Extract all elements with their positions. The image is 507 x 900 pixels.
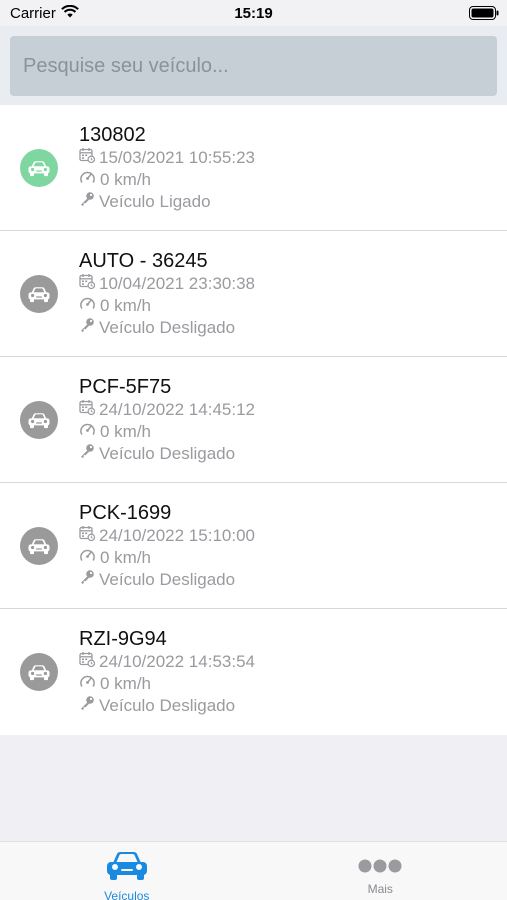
speed-line: 0 km/h <box>79 295 255 317</box>
vehicle-plate: PCF-5F75 <box>79 376 172 398</box>
calendar-icon <box>79 273 96 295</box>
wifi-icon <box>61 4 79 22</box>
tab-more[interactable]: Mais <box>254 842 507 900</box>
ignition-line: Veículo Desligado <box>79 695 255 717</box>
speedometer-icon <box>79 421 96 443</box>
key-icon <box>79 695 95 717</box>
ignition-line: Veículo Desligado <box>79 443 255 465</box>
speedometer-icon <box>79 673 96 695</box>
ignition-line: Veículo Ligado <box>79 191 255 213</box>
car-status-icon <box>20 527 58 565</box>
speed-line: 0 km/h <box>79 547 255 569</box>
ignition-line: Veículo Desligado <box>79 569 255 591</box>
car-status-icon <box>20 653 58 691</box>
speed-line: 0 km/h <box>79 169 255 191</box>
speed-line: 0 km/h <box>79 421 255 443</box>
vehicle-status: Veículo Desligado <box>99 318 236 337</box>
vehicle-datetime: 10/04/2021 23:30:38 <box>99 274 255 293</box>
datetime-line: 24/10/2022 14:45:12 <box>79 399 255 421</box>
status-bar: Carrier 15:19 <box>0 0 507 26</box>
carrier-info: Carrier <box>10 4 79 22</box>
calendar-icon <box>79 147 96 169</box>
carrier-label: Carrier <box>10 4 56 22</box>
key-icon <box>79 443 95 465</box>
car-status-icon <box>20 149 58 187</box>
datetime-line: 24/10/2022 15:10:00 <box>79 525 255 547</box>
vehicle-row[interactable]: 130802 15/03/2021 10:55:23 0 km/h Veícul… <box>0 105 507 231</box>
search-input[interactable] <box>23 54 484 78</box>
tab-vehicles[interactable]: Veículos <box>0 842 254 900</box>
calendar-icon <box>79 399 96 421</box>
search-area <box>0 26 507 105</box>
vehicle-datetime: 24/10/2022 14:53:54 <box>99 652 255 671</box>
vehicle-row[interactable]: PCF-5F75 24/10/2022 14:45:12 0 km/h Veíc… <box>0 357 507 483</box>
calendar-icon <box>79 525 96 547</box>
more-icon <box>358 859 402 876</box>
vehicle-status: Veículo Desligado <box>99 696 236 715</box>
vehicle-row[interactable]: AUTO - 36245 10/04/2021 23:30:38 0 km/h … <box>0 231 507 357</box>
tab-label: Mais <box>367 882 393 896</box>
vehicle-datetime: 24/10/2022 15:10:00 <box>99 526 255 545</box>
vehicle-speed: 0 km/h <box>100 548 152 567</box>
datetime-line: 15/03/2021 10:55:23 <box>79 147 255 169</box>
vehicle-speed: 0 km/h <box>100 674 152 693</box>
key-icon <box>79 317 95 339</box>
vehicle-speed: 0 km/h <box>100 422 152 441</box>
vehicle-speed: 0 km/h <box>100 170 152 189</box>
search-box[interactable] <box>10 36 497 96</box>
key-icon <box>79 569 95 591</box>
key-icon <box>79 191 95 213</box>
vehicle-status: Veículo Desligado <box>99 570 236 589</box>
speed-line: 0 km/h <box>79 673 255 695</box>
speedometer-icon <box>79 547 96 569</box>
vehicle-list: 130802 15/03/2021 10:55:23 0 km/h Veícul… <box>0 105 507 735</box>
vehicle-row[interactable]: RZI-9G94 24/10/2022 14:53:54 0 km/h Veíc… <box>0 609 507 735</box>
vehicle-plate: AUTO - 36245 <box>79 250 208 272</box>
vehicle-datetime: 24/10/2022 14:45:12 <box>99 400 255 419</box>
calendar-icon <box>79 651 96 673</box>
car-status-icon <box>20 275 58 313</box>
vehicle-plate: PCK-1699 <box>79 502 172 524</box>
vehicle-status: Veículo Ligado <box>99 192 211 211</box>
datetime-line: 24/10/2022 14:53:54 <box>79 651 255 673</box>
tab-label: Veículos <box>104 889 150 900</box>
vehicle-plate: RZI-9G94 <box>79 628 167 650</box>
speedometer-icon <box>79 295 96 317</box>
speedometer-icon <box>79 169 96 191</box>
datetime-line: 10/04/2021 23:30:38 <box>79 273 255 295</box>
tab-bar: Veículos Mais <box>0 841 507 900</box>
battery-icon <box>469 6 499 24</box>
vehicle-status: Veículo Desligado <box>99 444 236 463</box>
vehicle-row[interactable]: PCK-1699 24/10/2022 15:10:00 0 km/h Veíc… <box>0 483 507 609</box>
ignition-line: Veículo Desligado <box>79 317 255 339</box>
vehicle-datetime: 15/03/2021 10:55:23 <box>99 148 255 167</box>
car-icon <box>104 850 150 885</box>
vehicle-speed: 0 km/h <box>100 296 152 315</box>
vehicle-plate: 130802 <box>79 124 146 146</box>
car-status-icon <box>20 401 58 439</box>
